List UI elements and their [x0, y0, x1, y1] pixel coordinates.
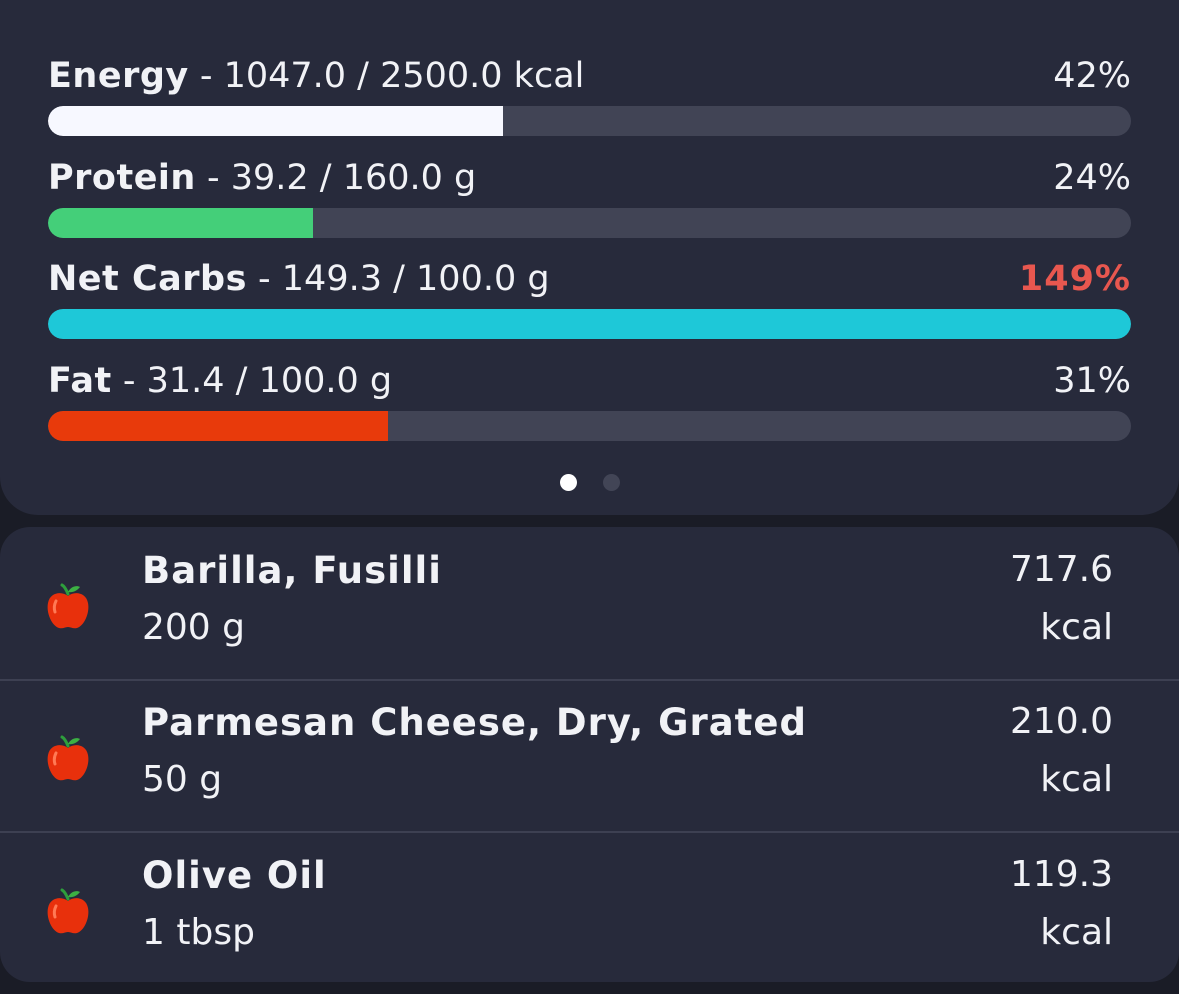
food-item[interactable]: Parmesan Cheese, Dry, Grated 50 g 210.0 … [0, 679, 1179, 833]
nutrient-detail: - 149.3 / 100.0 g [246, 259, 550, 299]
nutrition-summary-card[interactable]: Energy - 1047.0 / 2500.0 kcal 42% Protei… [0, 0, 1179, 515]
apple-icon [47, 583, 89, 629]
progress-track [48, 411, 1131, 441]
progress-fill [48, 411, 389, 441]
nutrient-detail: - 39.2 / 160.0 g [195, 158, 477, 198]
progress-track [48, 106, 1131, 136]
nutrient-name: Net Carbs [48, 259, 247, 299]
progress-track [48, 309, 1131, 339]
food-item[interactable]: Barilla, Fusilli 200 g 717.6 kcal [0, 527, 1179, 681]
food-kcal-value: 717.6 [1009, 549, 1113, 590]
apple-icon [47, 888, 89, 934]
food-amount: 200 g [142, 607, 246, 648]
food-log-list: Barilla, Fusilli 200 g 717.6 kcal Parmes… [0, 527, 1179, 982]
food-item[interactable]: Olive Oil 1 tbsp 119.3 kcal [0, 832, 1179, 984]
page-dot-active[interactable] [559, 474, 577, 491]
page-dot[interactable] [602, 474, 620, 491]
food-name: Parmesan Cheese, Dry, Grated [142, 701, 807, 744]
nutrient-percent: 31% [1053, 361, 1131, 401]
protein-progress: Protein - 39.2 / 160.0 g 24% [48, 155, 1131, 238]
nutrient-name: Fat [48, 361, 112, 401]
food-kcal-value: 210.0 [1009, 701, 1113, 742]
nutrient-percent: 42% [1053, 56, 1131, 96]
food-amount: 1 tbsp [142, 912, 255, 953]
food-kcal-unit: kcal [1040, 759, 1113, 800]
food-kcal-unit: kcal [1040, 607, 1113, 648]
food-amount: 50 g [142, 759, 223, 800]
nutrient-percent-over-goal: 149% [1018, 259, 1131, 299]
net-carbs-progress: Net Carbs - 149.3 / 100.0 g 149% [48, 256, 1131, 339]
nutrient-detail: - 31.4 / 100.0 g [111, 361, 393, 401]
progress-fill [48, 106, 503, 136]
progress-fill [48, 208, 314, 238]
nutrient-name: Energy [48, 56, 189, 96]
fat-progress: Fat - 31.4 / 100.0 g 31% [48, 358, 1131, 441]
food-name: Barilla, Fusilli [142, 549, 442, 592]
nutrient-detail: - 1047.0 / 2500.0 kcal [188, 56, 585, 96]
food-kcal-unit: kcal [1040, 912, 1113, 953]
nutrient-percent: 24% [1053, 158, 1131, 198]
progress-fill [48, 309, 1131, 339]
page-indicator[interactable] [0, 474, 1179, 492]
nutrient-name: Protein [48, 158, 196, 198]
food-kcal-value: 119.3 [1009, 854, 1113, 895]
progress-track [48, 208, 1131, 238]
food-name: Olive Oil [142, 854, 327, 897]
energy-progress: Energy - 1047.0 / 2500.0 kcal 42% [48, 53, 1131, 136]
apple-icon [47, 735, 89, 781]
